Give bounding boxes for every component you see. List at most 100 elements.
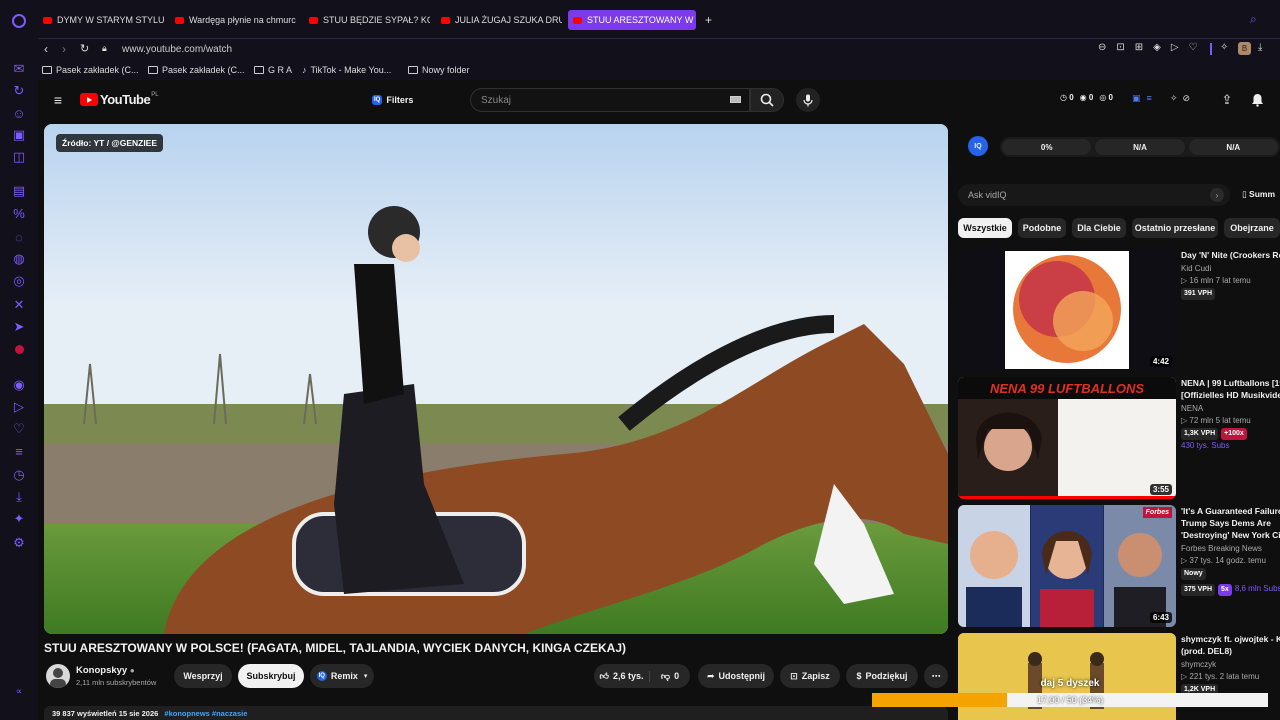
video-thumbnail[interactable]: Forbes 6:43 bbox=[958, 505, 1176, 627]
list-icon[interactable]: ≡ bbox=[10, 442, 28, 460]
vidiq-logo-icon[interactable]: IQ bbox=[968, 136, 988, 156]
music-icon[interactable]: ◉ bbox=[10, 376, 28, 394]
search-box[interactable]: Szukaj bbox=[470, 88, 750, 112]
downloads-icon[interactable]: ⤓ bbox=[1258, 42, 1262, 53]
instagram-icon[interactable]: ◎ bbox=[10, 272, 28, 290]
thumbs-up-icon: 👍︎ bbox=[599, 670, 609, 681]
bookmark-3[interactable]: G R A bbox=[254, 65, 292, 75]
recommendation-card[interactable]: NENA 99 LUFTBALLONS 3:55 NENA | 99 Luftb… bbox=[958, 377, 1280, 501]
x-icon[interactable]: ✕ bbox=[10, 296, 28, 314]
chip-recent[interactable]: Ostatnio przesłane bbox=[1132, 218, 1218, 238]
youtube-logo[interactable]: YouTube PL bbox=[80, 92, 159, 107]
chip-related[interactable]: Podobne bbox=[1018, 218, 1066, 238]
bookmark-1[interactable]: Pasek zakładek (C... bbox=[42, 65, 139, 75]
history-icon[interactable]: ◷ bbox=[10, 466, 28, 484]
bookmark-label: G R A bbox=[268, 65, 293, 75]
extension-header-icons[interactable]: ✧⊘ bbox=[1170, 93, 1195, 104]
mail-icon[interactable]: ✉ bbox=[10, 60, 28, 78]
messenger-app-icon[interactable]: ◫ bbox=[10, 148, 28, 166]
description-box[interactable]: 39 837 wyświetleń 15 sie 2026 #konopnews… bbox=[44, 706, 948, 720]
tab-4[interactable]: JULIA ŻUGAJ SZUKA DRUGIEJ bbox=[436, 10, 562, 30]
url-field[interactable]: www.youtube.com/watch bbox=[122, 44, 232, 55]
refresh-app-icon[interactable]: ↻ bbox=[10, 82, 28, 100]
forward-icon[interactable]: › bbox=[62, 42, 66, 56]
video-thumbnail[interactable]: NENA 99 LUFTBALLONS 3:55 bbox=[958, 377, 1176, 499]
percent-icon[interactable]: % bbox=[10, 204, 28, 222]
tab-2[interactable]: Wardęga płynie na chmurce bbox=[170, 10, 296, 30]
tab-active[interactable]: STUU ARESZTOWANY W P bbox=[568, 10, 696, 30]
voice-search-button[interactable] bbox=[796, 88, 820, 112]
youtube-favicon-icon bbox=[175, 16, 184, 24]
donation-progress-bar: 17,00 / 50 (34%) bbox=[872, 693, 1268, 707]
lock-icon: 🔒︎ bbox=[102, 43, 107, 53]
chip-all[interactable]: Wszystkie bbox=[958, 218, 1012, 238]
tab-1[interactable]: DYMY W STARYM STYLU bbox=[38, 10, 164, 30]
notifications-icon[interactable] bbox=[1248, 91, 1266, 109]
hashtags[interactable]: #konopnews #naczasie bbox=[164, 709, 247, 718]
save-button[interactable]: ⊡ Zapisz bbox=[780, 664, 840, 688]
search-button[interactable] bbox=[750, 88, 784, 112]
recommendation-card[interactable]: 4:42 Day 'N' Nite (Crookers Re Kid Cudi … bbox=[958, 249, 1280, 373]
tab-label: DYMY W STARYM STYLU bbox=[57, 15, 164, 25]
dislike-button[interactable]: 👎︎ 0 bbox=[650, 671, 690, 682]
play-icon[interactable]: ▷ bbox=[10, 398, 28, 416]
video-duration: 6:43 bbox=[1149, 612, 1172, 623]
opera-logo-icon[interactable] bbox=[10, 12, 28, 30]
ublock-icon[interactable] bbox=[10, 340, 28, 358]
menu-icon[interactable]: ≡ bbox=[50, 92, 66, 108]
recommendation-card[interactable]: Forbes 6:43 'It's A Guaranteed Failure':… bbox=[958, 505, 1280, 629]
more-icon[interactable]: ∝ bbox=[10, 682, 28, 700]
support-button[interactable]: Wesprzyj bbox=[174, 664, 232, 688]
ask-vidiq-input[interactable]: Ask vidIQ › bbox=[958, 184, 1230, 206]
vidiq-filters-button[interactable]: IQ Filters bbox=[372, 91, 413, 109]
telegram-icon[interactable]: ➤ bbox=[10, 318, 28, 336]
keyboard-icon[interactable] bbox=[730, 96, 741, 103]
extensions-puzzle-icon[interactable]: ✧ bbox=[1220, 42, 1228, 53]
search-input[interactable]: Szukaj bbox=[481, 95, 511, 106]
video-thumbnail[interactable]: 4:42 bbox=[958, 249, 1176, 371]
heart-icon[interactable]: ♡ bbox=[10, 420, 28, 438]
remix-button[interactable]: IQ Remix ▾ bbox=[310, 664, 374, 688]
upload-icon[interactable]: ⇪ bbox=[1218, 91, 1236, 109]
video-title[interactable]: Day 'N' Nite (Crookers Re bbox=[1181, 249, 1280, 261]
chip-watched[interactable]: Obejrzane bbox=[1224, 218, 1280, 238]
bot-icon[interactable]: ☺ bbox=[10, 104, 28, 122]
channel-name[interactable]: NENA bbox=[1181, 403, 1280, 415]
channel-name[interactable]: Forbes Breaking News bbox=[1181, 543, 1280, 555]
channel-name[interactable]: Kid Cudi bbox=[1181, 263, 1280, 275]
download-icon[interactable]: ⤓ bbox=[10, 488, 28, 506]
profile-avatar[interactable]: B bbox=[1238, 42, 1251, 55]
like-button[interactable]: 👍︎ 2,6 tys. bbox=[594, 670, 650, 682]
video-title[interactable]: 'It's A Guaranteed Failure': bbox=[1181, 505, 1280, 517]
channel-name[interactable]: shymczyk bbox=[1181, 659, 1280, 671]
video-player[interactable]: Źródło: YT / @GENZIEE bbox=[44, 124, 948, 634]
reload-icon[interactable]: ↻ bbox=[80, 42, 89, 55]
share-button[interactable]: ➦ Udostępnij bbox=[698, 664, 774, 688]
messenger-icon[interactable]: ◌ bbox=[10, 228, 28, 246]
tab-3[interactable]: STUU BĘDZIE SYPAŁ? KONIEC bbox=[304, 10, 430, 30]
video-title[interactable]: NENA | 99 Luftballons [19 bbox=[1181, 377, 1280, 389]
address-bar-actions[interactable]: ⊖⊡⊞◈▷♡ bbox=[1098, 42, 1207, 53]
channel-name[interactable]: Konopskyy ● bbox=[76, 665, 135, 676]
bookmark-5[interactable]: Nowy folder bbox=[408, 65, 470, 75]
extensions-icon[interactable]: ✦ bbox=[10, 510, 28, 528]
view-info: ▷ 72 mln 5 lat temu bbox=[1181, 416, 1251, 425]
new-tab-button[interactable]: + bbox=[700, 10, 716, 30]
youtube-favicon-icon bbox=[441, 16, 450, 24]
bookmark-2[interactable]: Pasek zakładek (C... bbox=[148, 65, 245, 75]
channel-avatar[interactable] bbox=[46, 664, 70, 688]
back-icon[interactable]: ‹ bbox=[44, 42, 48, 56]
twitch-icon[interactable]: ▤ bbox=[10, 182, 28, 200]
divider bbox=[1210, 43, 1212, 55]
video-title[interactable]: shymczyk ft. ojwojtek - K bbox=[1181, 633, 1280, 645]
subscribe-button[interactable]: Subskrybuj bbox=[238, 664, 304, 688]
summary-button[interactable]: ▯ Summ bbox=[1242, 189, 1275, 200]
bookmark-4[interactable]: ♪ TikTok - Make You... bbox=[302, 65, 391, 75]
send-icon[interactable]: › bbox=[1210, 188, 1224, 202]
vidiq-header-icons[interactable]: ▣≡ bbox=[1132, 93, 1158, 104]
chip-for-you[interactable]: Dla Ciebie bbox=[1072, 218, 1126, 238]
settings-icon[interactable]: ⚙ bbox=[10, 534, 28, 552]
discord-icon[interactable]: ◍ bbox=[10, 250, 28, 268]
image-icon[interactable]: ▣ bbox=[10, 126, 28, 144]
search-tabs-icon[interactable]: ⌕ bbox=[1250, 12, 1257, 27]
